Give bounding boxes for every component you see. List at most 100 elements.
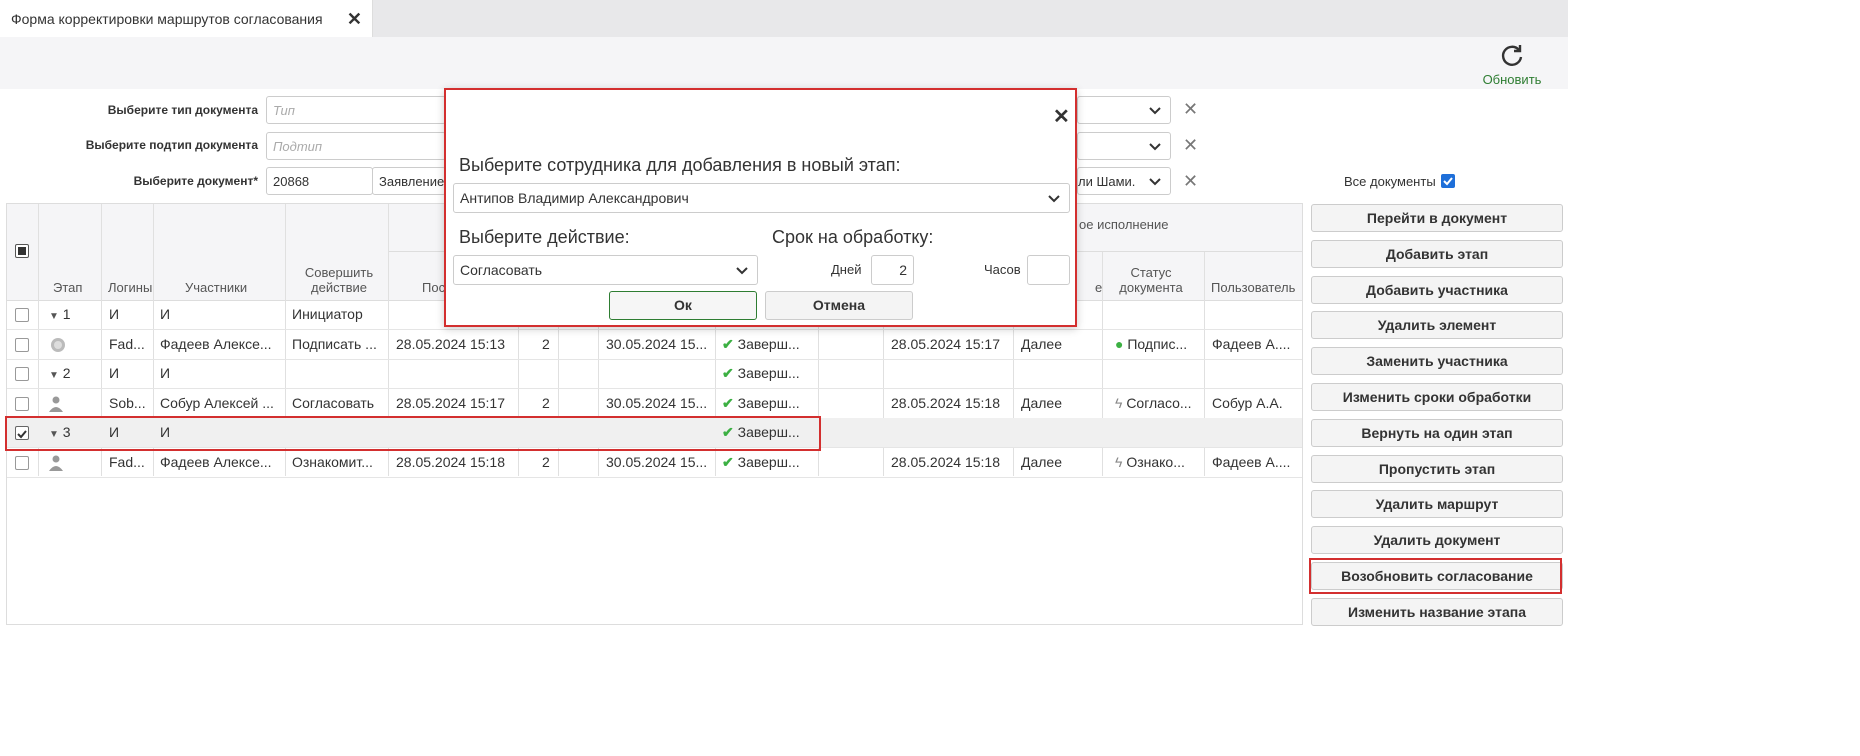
action-select[interactable]: Согласовать [453,255,758,285]
add-stage-dialog: ✕ Выберите сотрудника для добавления в н… [444,88,1077,327]
cell-done: 28.05.2024 15:18 [891,453,1000,470]
cell-status: ✔ Заверш... [722,394,800,411]
cell-done: 28.05.2024 15:17 [891,335,1000,352]
stage-expander[interactable]: ▼ 1 [49,300,71,329]
action-button-11[interactable]: Изменить название этапа [1311,597,1563,626]
close-dialog-icon[interactable]: ✕ [1053,104,1070,129]
refresh-icon [1501,45,1523,66]
action-button-9[interactable]: Удалить документ [1311,526,1563,555]
action-button-3[interactable]: Удалить элемент [1311,311,1563,340]
row-checkbox[interactable] [15,337,29,352]
toolbar [0,37,1568,89]
cancel-button[interactable]: Отмена [765,291,913,320]
cell-participant: И [160,365,171,381]
chevron-down-icon [1149,178,1161,186]
clear-document-icon[interactable]: ✕ [1183,171,1198,192]
cell-login: Sob... [109,394,146,411]
all-docs-checkbox[interactable] [1441,174,1455,188]
table-row[interactable]: Fad... Фадеев Алексе... Подписать ... 28.05… [7,330,1302,360]
close-tab-icon[interactable]: ✕ [347,9,362,30]
cell-n: 2 [542,394,550,411]
action-button-8[interactable]: Удалить маршрут [1311,490,1563,519]
header-stage[interactable]: Этап [53,280,82,295]
ok-button[interactable]: Ок [609,291,757,320]
header-doc-status[interactable]: Статус документа [1113,265,1189,295]
refresh-label: Обновить [1482,72,1542,87]
doc-type-label: Выберите тип документа [107,103,258,117]
doc-subtype-select[interactable]: Подтип [266,132,446,160]
document-person-select[interactable]: ли Шами. [1077,167,1171,195]
cell-action: Подписать ... [292,335,377,352]
user-icon[interactable] [49,448,63,477]
action-button-4[interactable]: Заменить участника [1311,347,1563,376]
action-button-6[interactable]: Вернуть на один этап [1311,418,1563,447]
user-icon[interactable] [49,389,63,418]
row-checkbox[interactable] [15,367,29,381]
cell-user: Собур А.А. [1212,394,1283,411]
stage-number: 1 [62,306,71,322]
checkmark-icon: ✔ [722,335,734,352]
row-checkbox[interactable] [15,396,29,411]
tab-title: Форма корректировки маршрутов согласован… [11,10,323,27]
document-number-input[interactable]: 20868 [266,167,373,195]
header-login[interactable]: Логины [108,280,158,295]
cell-user: Фадеев А.... [1212,453,1291,470]
clear-doc-type-icon[interactable]: ✕ [1183,99,1198,120]
row-checkbox[interactable] [15,308,29,322]
action-button-0[interactable]: Перейти в документ [1311,204,1563,232]
caret-down-icon[interactable]: ▼ [49,311,59,322]
table-row[interactable]: ▼ 2 И И ✔ Заверш... [7,359,1302,389]
header-participants[interactable]: Участники [185,280,247,295]
cell-participant: Собур Алексей ... [160,394,274,411]
row-checkbox[interactable] [15,455,29,470]
lightning-icon: ϟ [1115,453,1123,470]
refresh-button[interactable]: Обновить [1478,41,1546,87]
action-button-7[interactable]: Пропустить этап [1311,454,1563,483]
tab-routes-form[interactable]: Форма корректировки маршрутов согласован… [0,0,373,37]
document-name-field[interactable]: Заявление [372,167,446,195]
cell-participant: Фадеев Алексе... [160,453,272,470]
employee-select[interactable]: Антипов Владимир Александрович [453,183,1070,213]
caret-down-icon[interactable]: ▼ [49,370,59,381]
select-all-checkbox[interactable] [15,244,29,258]
award-icon: ● [1115,335,1124,352]
header-received[interactable]: Пос [422,280,445,295]
clear-doc-subtype-icon[interactable]: ✕ [1183,135,1198,156]
resume-button-highlight [1309,558,1562,594]
cell-login: Fad... [109,335,145,352]
lightning-icon: ϟ [1115,394,1123,411]
cell-participant: Фадеев Алексе... [160,335,272,352]
action-button-1[interactable]: Добавить этап [1311,239,1563,268]
cell-status: ✔ Заверш... [722,365,800,381]
chevron-down-icon [1048,195,1060,203]
doc-type-select-tail[interactable] [1077,96,1171,124]
cell-due: 30.05.2024 15... [606,453,708,470]
cell-received: 28.05.2024 15:18 [396,453,505,470]
header-group-right: ое исполнение [1079,217,1169,232]
stage-expander[interactable]: ▼ 2 [49,359,71,388]
hours-label: Часов [984,262,1021,277]
deadline-label: Срок на обработку: [772,227,934,247]
header-action[interactable]: Совершить действие [294,265,384,295]
stage-number: 2 [62,365,71,381]
doc-type-select[interactable]: Тип [266,96,446,124]
cell-received: 28.05.2024 15:13 [396,335,505,352]
signer-icon[interactable] [49,330,67,359]
header-user[interactable]: Пользователь [1211,280,1295,295]
all-docs-label: Все документы [1344,174,1436,189]
cell-login: И [109,365,120,381]
hours-input[interactable] [1027,255,1070,285]
cell-status: ✔ Заверш... [722,453,800,470]
days-input[interactable]: 2 [871,255,914,285]
doc-subtype-select-tail[interactable] [1077,132,1171,160]
table-row[interactable]: Sob... Собур Алексей ... Согласовать 28.05.… [7,389,1302,419]
action-button-2[interactable]: Добавить участника [1311,275,1563,304]
cell-login: И [109,306,120,322]
cell-doc-status: ● Подпис... [1115,335,1188,352]
cell-status: ✔ Заверш... [722,335,800,352]
document-label: Выберите документ* [133,174,258,188]
checkmark-icon: ✔ [722,394,734,411]
action-button-5[interactable]: Изменить сроки обработки [1311,383,1563,411]
cell-action: Согласовать [292,394,375,411]
table-row[interactable]: Fad... Фадеев Алексе... Ознакомит... 28.05.… [7,448,1302,478]
